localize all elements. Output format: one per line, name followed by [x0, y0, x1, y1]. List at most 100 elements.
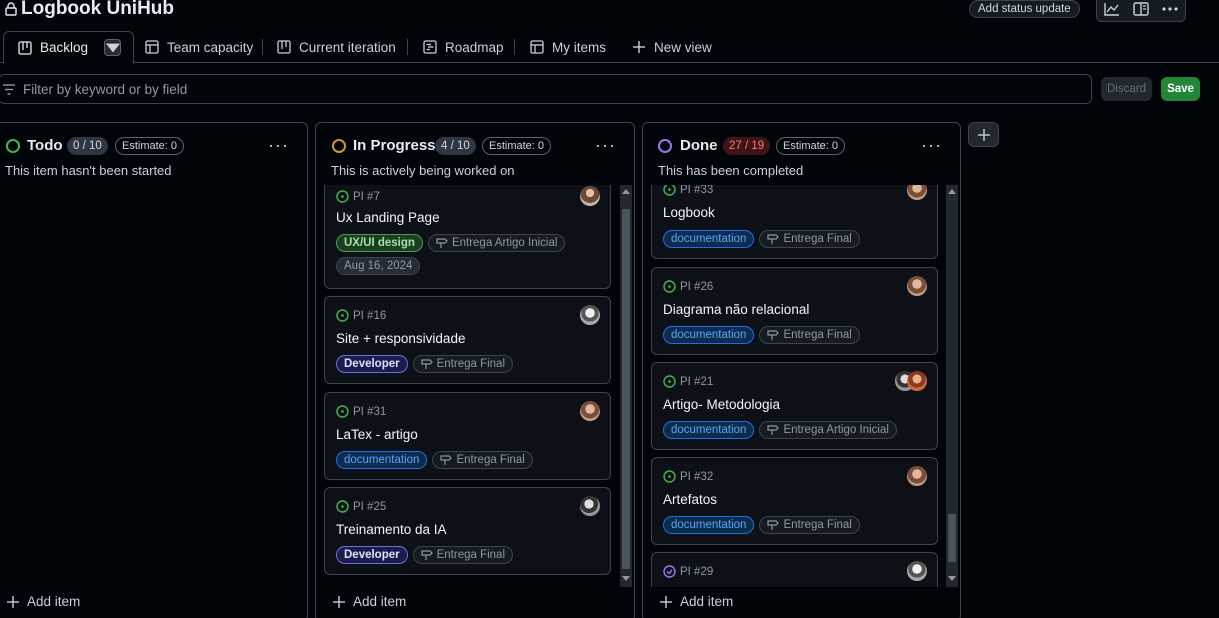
issue-id: PI #21	[663, 375, 713, 388]
issue-number: PI #16	[353, 309, 387, 322]
column-menu-icon[interactable]: ···	[921, 135, 942, 156]
column-scrollbar[interactable]	[620, 185, 632, 587]
issue-number: PI #29	[680, 565, 714, 578]
milestone-label[interactable]: Entrega Final	[759, 326, 860, 344]
column-cards[interactable]: PI #33 Logbook documentation Entrega Fin…	[643, 185, 960, 587]
label-documentation[interactable]: documentation	[336, 451, 428, 469]
date-label: Aug 16, 2024	[336, 257, 421, 275]
tab-my-items-label: My items	[552, 39, 606, 55]
milestone-label[interactable]: Entrega Final	[412, 546, 514, 564]
issue-title[interactable]: Ux Landing Page	[336, 210, 440, 225]
milestone-label[interactable]: Entrega Artigo Inicial	[759, 421, 897, 439]
issue-title[interactable]: Artefatos	[663, 492, 717, 507]
label-documentation[interactable]: documentation	[663, 230, 755, 248]
milestone-text: Entrega Final	[783, 233, 852, 245]
tab-roadmap[interactable]: Roadmap	[423, 31, 504, 63]
add-status-update-button[interactable]: Add status update	[969, 0, 1080, 18]
header: Logbook UniHub Add status update	[0, 0, 1219, 24]
milestone-icon	[421, 359, 433, 369]
add-column-button[interactable]	[968, 122, 999, 147]
milestone-text: Entrega Artigo Inicial	[783, 424, 889, 436]
avatar[interactable]	[580, 401, 600, 421]
scroll-up-icon[interactable]	[622, 189, 630, 194]
side-panel-icon[interactable]	[1127, 0, 1155, 20]
board-icon	[18, 40, 32, 55]
project-title[interactable]: Logbook UniHub	[5, 0, 174, 20]
header-toolbar	[1096, 0, 1186, 22]
issue-card[interactable]: PI #29	[651, 552, 938, 587]
tab-current-iteration[interactable]: Current iteration	[277, 31, 396, 63]
column-header: In Progress 4 / 10 Estimate: 0 ··· This …	[316, 123, 634, 185]
table-icon	[145, 40, 159, 54]
column-menu-icon[interactable]: ···	[595, 135, 616, 156]
label-documentation[interactable]: documentation	[663, 516, 755, 534]
issue-card[interactable]: PI #33 Logbook documentation Entrega Fin…	[651, 185, 938, 259]
label-developer[interactable]: Developer	[336, 546, 408, 564]
issue-title[interactable]: Diagrama não relacional	[663, 302, 809, 317]
filter-input[interactable]: Filter by keyword or by field	[0, 74, 1092, 104]
scroll-up-icon[interactable]	[948, 189, 956, 194]
avatar[interactable]	[580, 305, 600, 325]
milestone-label[interactable]: Entrega Final	[759, 516, 860, 534]
open-issue-icon	[663, 185, 676, 196]
tab-backlog[interactable]: Backlog	[3, 31, 135, 64]
issue-card[interactable]: PI #31 LaTex - artigo documentation Entr…	[324, 392, 611, 480]
plus-icon	[7, 595, 19, 608]
issue-title[interactable]: Artigo- Metodologia	[663, 397, 780, 412]
save-button[interactable]: Save	[1161, 77, 1200, 101]
insights-chart-icon[interactable]	[1098, 0, 1126, 20]
scrollbar-thumb[interactable]	[948, 514, 956, 562]
scrollbar-thumb[interactable]	[622, 209, 630, 569]
column-scrollbar[interactable]	[946, 185, 958, 587]
milestone-label[interactable]: Entrega Final	[759, 230, 860, 248]
issue-card[interactable]: PI #16 Site + responsividade Developer E…	[324, 296, 611, 384]
issue-labels: documentation Entrega Final	[336, 451, 596, 469]
discard-button[interactable]: Discard	[1101, 77, 1152, 101]
label-developer[interactable]: Developer	[336, 355, 408, 373]
avatar[interactable]	[907, 561, 927, 581]
label-documentation[interactable]: documentation	[663, 326, 755, 344]
avatar[interactable]	[907, 371, 927, 391]
issue-card[interactable]: PI #21 Artigo- Metodologia documentation…	[651, 362, 938, 450]
tab-my-items[interactable]: My items	[530, 31, 606, 63]
label-ux-ui-design[interactable]: UX/UI design	[336, 234, 423, 252]
add-item-label: Add item	[27, 594, 81, 609]
issue-card[interactable]: PI #32 Artefatos documentation Entrega F…	[651, 457, 938, 545]
add-item-button[interactable]: Add item	[333, 594, 406, 609]
issue-card[interactable]: PI #7 Ux Landing Page UX/UI design Entre…	[324, 185, 611, 289]
new-view-button[interactable]: New view	[632, 31, 712, 63]
avatar[interactable]	[907, 185, 927, 200]
avatar[interactable]	[580, 186, 600, 206]
issue-number: PI #31	[353, 405, 387, 418]
avatar[interactable]	[907, 466, 927, 486]
issue-card[interactable]: PI #26 Diagrama não relacional documenta…	[651, 267, 938, 355]
issue-title[interactable]: Treinamento da IA	[336, 522, 447, 537]
issue-title[interactable]: Logbook	[663, 205, 715, 220]
scroll-down-icon[interactable]	[622, 576, 630, 581]
open-issue-icon	[663, 375, 676, 388]
avatar[interactable]	[580, 496, 600, 516]
roadmap-icon	[423, 40, 437, 54]
milestone-label[interactable]: Entrega Artigo Inicial	[427, 234, 566, 252]
issue-card[interactable]: PI #25 Treinamento da IA Developer Entre…	[324, 487, 611, 575]
milestone-label[interactable]: Entrega Final	[412, 355, 514, 373]
label-documentation[interactable]: documentation	[663, 421, 755, 439]
more-options-icon[interactable]	[1156, 0, 1184, 20]
column-cards[interactable]: PI #7 Ux Landing Page UX/UI design Entre…	[316, 185, 634, 587]
view-options-dropdown[interactable]	[104, 39, 122, 56]
add-item-button[interactable]: Add item	[7, 594, 80, 609]
view-tabs: Backlog Team capacity Current iteration …	[0, 31, 1219, 64]
scroll-down-icon[interactable]	[948, 576, 956, 581]
tab-current-iteration-label: Current iteration	[299, 39, 396, 55]
column-description: This has been completed	[658, 163, 804, 178]
issue-title[interactable]: LaTex - artigo	[336, 427, 418, 442]
issue-number: PI #32	[680, 470, 714, 483]
tab-team-capacity[interactable]: Team capacity	[145, 31, 253, 63]
milestone-label[interactable]: Entrega Final	[432, 451, 533, 469]
issue-title[interactable]: Site + responsividade	[336, 331, 465, 346]
issue-labels: documentation Entrega Final	[663, 326, 923, 344]
avatar[interactable]	[907, 276, 927, 296]
add-item-button[interactable]: Add item	[660, 594, 733, 609]
issue-number: PI #25	[353, 500, 387, 513]
column-menu-icon[interactable]: ···	[268, 135, 289, 156]
